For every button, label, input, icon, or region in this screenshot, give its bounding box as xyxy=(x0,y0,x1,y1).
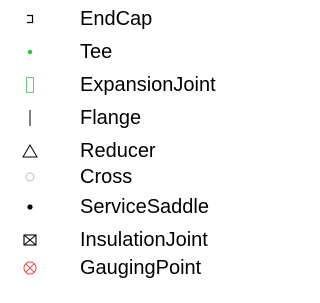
legend-label: EndCap xyxy=(80,8,153,30)
legend-label: GaugingPoint xyxy=(80,257,202,279)
legend-label: ExpansionJoint xyxy=(80,74,216,96)
legend-item-flange: Flange xyxy=(0,103,253,133)
legend-item-tee: Tee xyxy=(0,37,253,67)
expansion-joint-icon xyxy=(18,70,42,100)
legend-item-insulation-joint: InsulationJoint xyxy=(0,225,253,255)
legend-label: InsulationJoint xyxy=(80,229,208,251)
legend-item-service-saddle: ServiceSaddle xyxy=(0,192,253,222)
legend-item-gauging-point: GaugingPoint xyxy=(0,253,253,283)
endcap-icon xyxy=(18,4,42,34)
flange-icon xyxy=(18,103,42,133)
tee-icon xyxy=(18,37,42,67)
service-saddle-icon xyxy=(18,192,42,222)
legend-label: Tee xyxy=(80,41,113,63)
legend-label: Flange xyxy=(80,107,142,129)
insulation-joint-icon xyxy=(18,225,42,255)
cross-icon xyxy=(18,162,42,192)
legend-label: Cross xyxy=(80,166,133,188)
legend-item-expansion-joint: ExpansionJoint xyxy=(0,70,253,100)
legend-label: ServiceSaddle xyxy=(80,196,209,218)
gauging-point-icon xyxy=(18,253,42,283)
symbol-legend: EndCap Tee ExpansionJoint Flange Reducer… xyxy=(0,0,253,303)
legend-item-endcap: EndCap xyxy=(0,4,253,34)
legend-item-cross: Cross xyxy=(0,162,253,192)
